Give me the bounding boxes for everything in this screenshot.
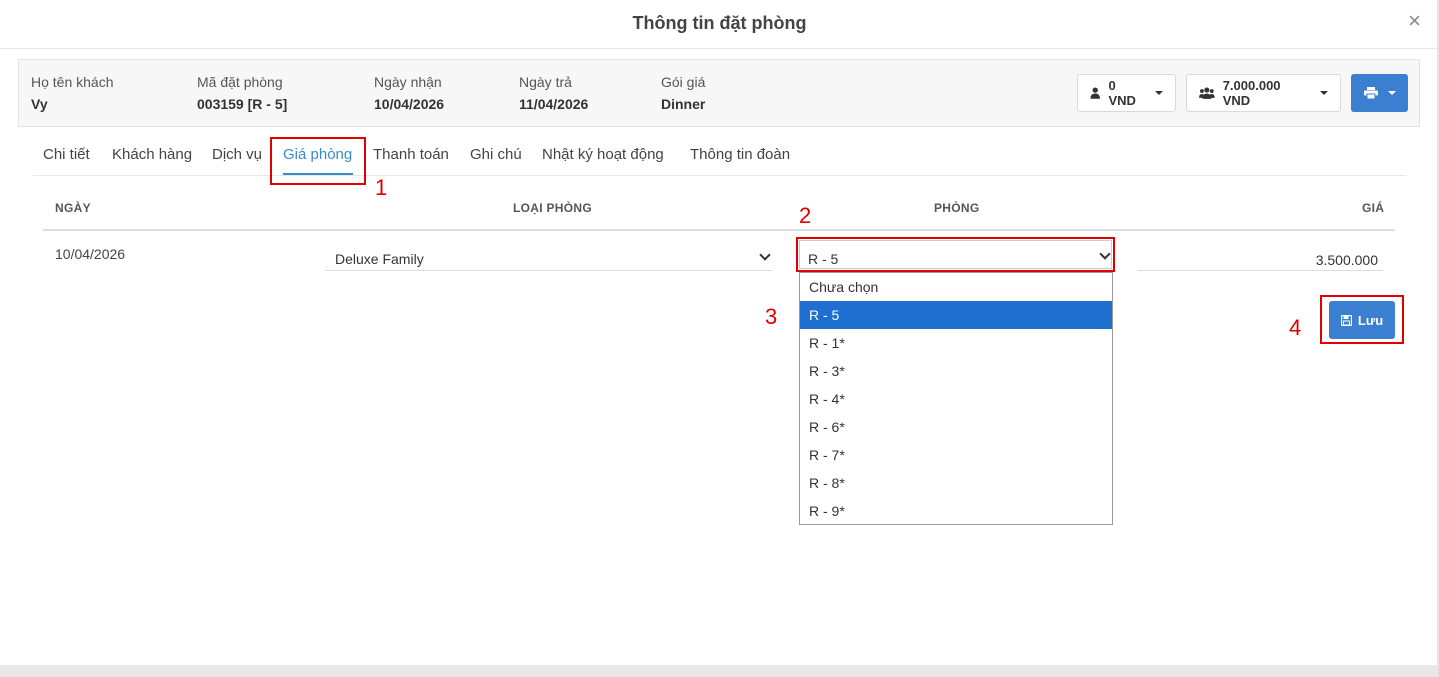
row-date: 10/04/2026 xyxy=(55,246,126,262)
room-option[interactable]: R - 7* xyxy=(800,441,1112,469)
room-option[interactable]: R - 3* xyxy=(800,357,1112,385)
footer-bar xyxy=(0,665,1439,677)
room-option[interactable]: R - 8* xyxy=(800,469,1112,497)
header-divider xyxy=(43,229,1395,231)
price-input[interactable]: 3.500.000 xyxy=(1138,248,1383,271)
tab-details[interactable]: Chi tiết xyxy=(43,146,90,163)
rate-value: Dinner xyxy=(661,96,706,112)
tab-customers[interactable]: Khách hàng xyxy=(112,146,192,163)
checkout-value: 11/04/2026 xyxy=(519,96,589,112)
tab-bar: Chi tiết Khách hàng Dịch vụ Giá phòng Th… xyxy=(33,138,1406,176)
tab-group-info[interactable]: Thông tin đoàn xyxy=(690,146,790,163)
annotation-number: 1 xyxy=(375,175,388,200)
print-button[interactable] xyxy=(1351,74,1408,112)
column-header-date: NGÀY xyxy=(55,201,91,215)
annotation-number: 2 xyxy=(799,203,812,228)
caret-down-icon xyxy=(1155,91,1163,95)
column-header-room: PHÒNG xyxy=(934,201,980,215)
annotation-number: 4 xyxy=(1289,315,1302,340)
modal-header: Thông tin đặt phòng × xyxy=(0,0,1439,49)
room-option[interactable]: R - 9* xyxy=(800,497,1112,525)
room-type-value: Deluxe Family xyxy=(335,251,424,267)
person-amount-label: 0 VND xyxy=(1108,78,1136,108)
chevron-down-icon xyxy=(759,249,771,261)
checkout-label: Ngày trả xyxy=(519,74,572,90)
group-amount-label: 7.000.000 VND xyxy=(1222,78,1281,108)
room-option[interactable]: R - 4* xyxy=(800,385,1112,413)
modal-title: Thông tin đặt phòng xyxy=(632,13,807,33)
room-option[interactable]: R - 1* xyxy=(800,329,1112,357)
room-option[interactable]: Chưa chọn xyxy=(800,273,1112,301)
column-header-room-type: LOẠI PHÒNG xyxy=(513,201,593,215)
guest-value: Vy xyxy=(31,96,48,112)
checkout-info: Ngày trả 11/04/2026 xyxy=(519,74,588,112)
checkin-info: Ngày nhận 10/04/2026 xyxy=(374,74,444,112)
checkin-label: Ngày nhận xyxy=(374,74,442,90)
tab-payment[interactable]: Thanh toán xyxy=(373,146,449,163)
users-icon xyxy=(1199,87,1215,99)
booking-code-value: 003159 [R - 5] xyxy=(197,96,288,112)
booking-summary: Họ tên khách Vy Mã đặt phòng 003159 [R -… xyxy=(18,59,1420,127)
caret-down-icon xyxy=(1387,91,1396,95)
room-option-selected[interactable]: R - 5 xyxy=(800,301,1112,329)
highlight-box-save xyxy=(1320,295,1404,344)
checkin-value: 10/04/2026 xyxy=(374,96,445,112)
guest-label: Họ tên khách xyxy=(31,74,114,90)
person-amount-button[interactable]: 0 VND xyxy=(1077,74,1176,112)
tab-activity-log[interactable]: Nhật ký hoạt động xyxy=(542,146,664,163)
guest-info: Họ tên khách Vy xyxy=(31,74,114,112)
group-amount-button[interactable]: 7.000.000 VND xyxy=(1186,74,1341,112)
room-type-select[interactable]: Deluxe Family xyxy=(325,248,773,271)
rate-info: Gói giá Dinner xyxy=(661,74,705,112)
room-option[interactable]: R - 6* xyxy=(800,413,1112,441)
booking-code-label: Mã đặt phòng xyxy=(197,74,283,90)
user-icon xyxy=(1090,87,1101,99)
close-icon[interactable]: × xyxy=(1408,10,1421,32)
highlight-box-tab xyxy=(270,137,366,185)
highlight-box-room-select xyxy=(796,237,1115,272)
column-header-price: GIÁ xyxy=(1362,201,1385,215)
room-dropdown-list: Chưa chọn R - 5 R - 1* R - 3* R - 4* R -… xyxy=(799,272,1113,525)
print-icon xyxy=(1363,87,1378,99)
tab-services[interactable]: Dịch vụ xyxy=(212,146,262,163)
caret-down-icon xyxy=(1320,91,1328,95)
annotation-number: 3 xyxy=(765,304,778,329)
booking-code-info: Mã đặt phòng 003159 [R - 5] xyxy=(197,74,287,112)
rate-label: Gói giá xyxy=(661,74,706,90)
tab-notes[interactable]: Ghi chú xyxy=(470,146,522,163)
